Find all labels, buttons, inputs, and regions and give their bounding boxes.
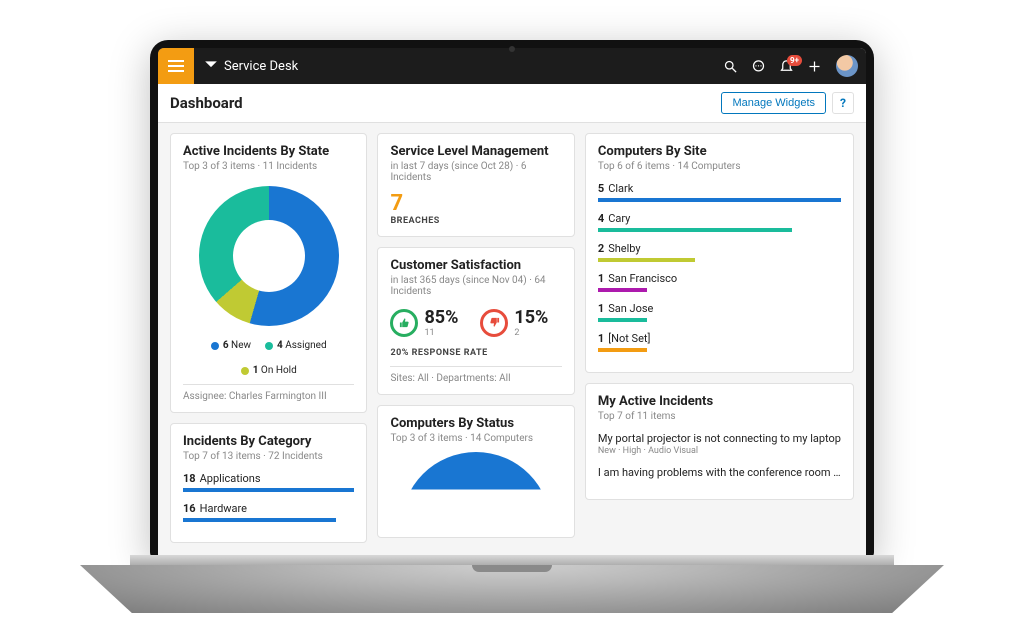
- legend-item: 6 New: [211, 340, 251, 351]
- chart-legend: 6 New 4 Assigned 1 On Hold: [183, 340, 354, 376]
- manage-widgets-button[interactable]: Manage Widgets: [721, 92, 826, 114]
- plus-icon: [807, 59, 822, 74]
- widget-computers-by-status[interactable]: Computers By Status Top 3 of 3 items · 1…: [377, 405, 574, 538]
- laptop-base: [80, 565, 944, 613]
- widget-my-active-incidents[interactable]: My Active Incidents Top 7 of 11 items My…: [585, 383, 854, 500]
- incident-item[interactable]: My portal projector is not connecting to…: [598, 432, 841, 456]
- laptop-notch: [472, 565, 552, 572]
- legend-dot-icon: [211, 342, 219, 350]
- donut-chart: [183, 186, 354, 326]
- widget-title: My Active Incidents: [598, 394, 841, 409]
- widget-active-incidents-by-state[interactable]: Active Incidents By State Top 3 of 3 ite…: [170, 133, 367, 413]
- legend-item: 1 On Hold: [241, 365, 297, 376]
- dashboard-content: Active Incidents By State Top 3 of 3 ite…: [158, 123, 866, 560]
- thumbs-down-icon: [480, 309, 508, 337]
- widget-subtitle: Top 3 of 3 items · 14 Computers: [390, 433, 561, 444]
- topbar: Service Desk 9+: [158, 48, 866, 84]
- bar-row[interactable]: 2Shelby: [598, 242, 841, 262]
- brand-text: Service Desk: [224, 59, 298, 74]
- hamburger-icon: [168, 65, 184, 67]
- bar-row[interactable]: 16Hardware: [183, 502, 354, 522]
- widget-title: Incidents By Category: [183, 434, 354, 449]
- widget-incidents-by-category[interactable]: Incidents By Category Top 7 of 13 items …: [170, 423, 367, 543]
- widget-footer: Assignee: Charles Farmington III: [183, 384, 354, 402]
- legend-dot-icon: [241, 367, 249, 375]
- widget-title: Customer Satisfaction: [390, 258, 561, 273]
- widget-service-level-management[interactable]: Service Level Management in last 7 days …: [377, 133, 574, 237]
- camera-dot: [509, 46, 515, 52]
- positive-rating: 85% 11: [390, 307, 458, 338]
- search-icon: [723, 59, 738, 74]
- breach-count: 7: [390, 191, 561, 216]
- thumbs-up-icon: [390, 309, 418, 337]
- page-title: Dashboard: [170, 94, 243, 112]
- widget-subtitle: Top 7 of 13 items · 72 Incidents: [183, 451, 354, 462]
- notifications-button[interactable]: 9+: [772, 59, 800, 74]
- laptop-mockup: Service Desk 9+ D: [0, 0, 1024, 640]
- avatar[interactable]: [836, 55, 858, 77]
- brand[interactable]: Service Desk: [194, 59, 298, 74]
- widget-title: Service Level Management: [390, 144, 561, 159]
- widget-title: Active Incidents By State: [183, 144, 354, 159]
- legend-item: 4 Assigned: [265, 340, 327, 351]
- bar-row[interactable]: 1San Jose: [598, 302, 841, 322]
- donut-icon: [199, 186, 339, 326]
- breach-label: BREACHES: [390, 216, 561, 226]
- screen-bezel: Service Desk 9+ D: [150, 40, 874, 560]
- search-button[interactable]: [716, 59, 744, 74]
- bar-row[interactable]: 18Applications: [183, 472, 354, 492]
- bar-row[interactable]: 1San Francisco: [598, 272, 841, 292]
- widget-subtitle: in last 365 days (since Nov 04) · 64 Inc…: [390, 275, 561, 297]
- app-screen: Service Desk 9+ D: [158, 48, 866, 560]
- chat-button[interactable]: [744, 59, 772, 74]
- brand-icon: [204, 59, 218, 73]
- negative-count: 2: [514, 328, 548, 338]
- widget-title: Computers By Status: [390, 416, 561, 431]
- chat-icon: [751, 59, 766, 74]
- add-button[interactable]: [800, 59, 828, 74]
- negative-rating: 15% 2: [480, 307, 548, 338]
- widget-subtitle: Top 6 of 6 items · 14 Computers: [598, 161, 841, 172]
- menu-button[interactable]: [158, 48, 194, 84]
- negative-percent: 15%: [514, 307, 548, 328]
- widget-subtitle: Top 3 of 3 items · 11 Incidents: [183, 161, 354, 172]
- incident-item[interactable]: I am having problems with the conference…: [598, 466, 841, 479]
- bar-row[interactable]: 1[Not Set]: [598, 332, 841, 352]
- widget-title: Computers By Site: [598, 144, 841, 159]
- legend-dot-icon: [265, 342, 273, 350]
- widget-subtitle: Top 7 of 11 items: [598, 411, 841, 422]
- donut-chart: [401, 452, 551, 527]
- widget-computers-by-site[interactable]: Computers By Site Top 6 of 6 items · 14 …: [585, 133, 854, 373]
- page-header: Dashboard Manage Widgets ?: [158, 84, 866, 123]
- bar-row[interactable]: 5Clark: [598, 182, 841, 202]
- positive-count: 11: [424, 328, 458, 338]
- response-rate: 20% RESPONSE RATE: [390, 348, 561, 358]
- widget-subtitle: in last 7 days (since Oct 28) · 6 Incide…: [390, 161, 561, 183]
- help-button[interactable]: ?: [832, 92, 854, 114]
- widget-footer: Sites: All · Departments: All: [390, 366, 561, 384]
- widget-customer-satisfaction[interactable]: Customer Satisfaction in last 365 days (…: [377, 247, 574, 395]
- bar-row[interactable]: 4Cary: [598, 212, 841, 232]
- positive-percent: 85%: [424, 307, 458, 328]
